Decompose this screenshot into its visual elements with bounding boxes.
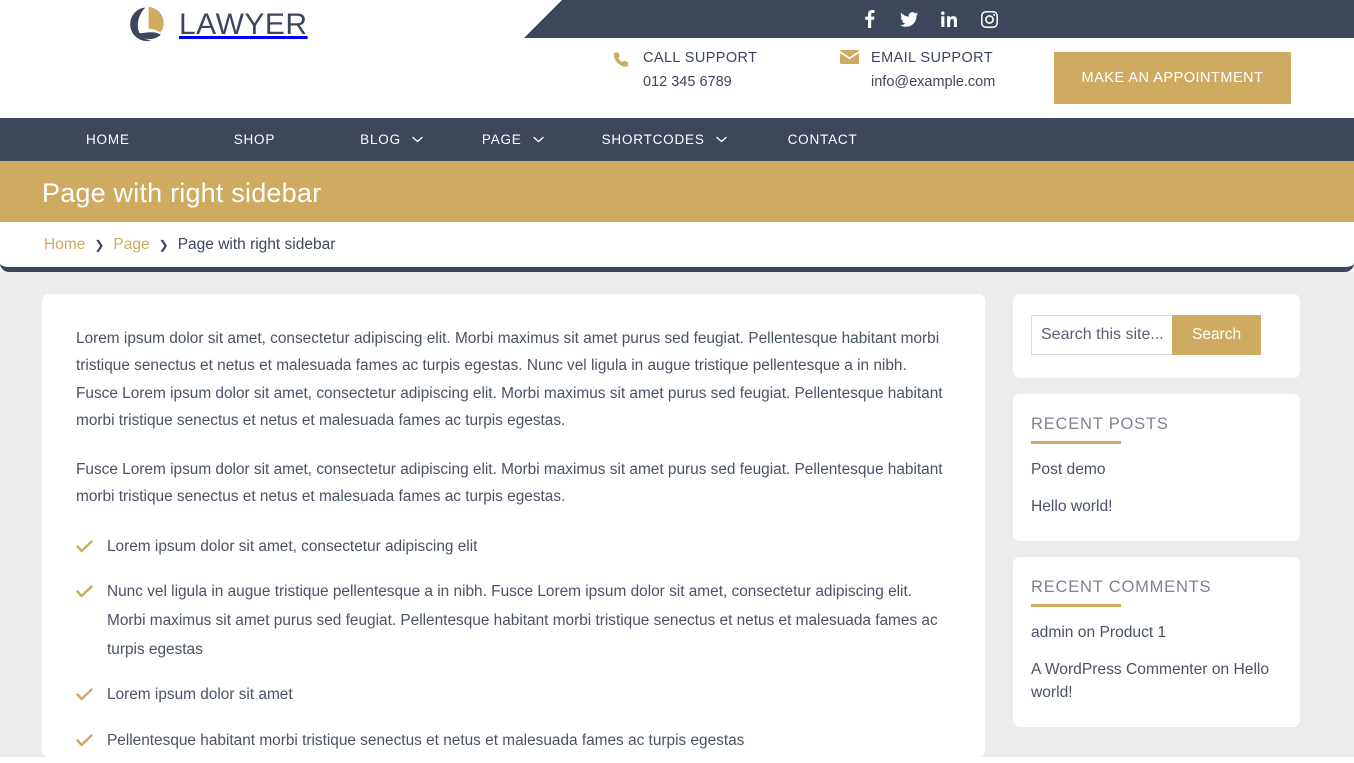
check-icon: [76, 686, 93, 703]
phone-icon: [612, 50, 632, 67]
nav-label: SHORTCODES: [601, 132, 705, 147]
list-item-text: Lorem ipsum dolor sit amet, consectetur …: [107, 537, 478, 555]
chevron-down-icon: [532, 136, 544, 143]
nav-item-home[interactable]: HOME: [86, 132, 130, 147]
recent-comment-link[interactable]: admin on Product 1: [1031, 624, 1166, 641]
sailboat-circle-logo-icon: [126, 4, 168, 46]
sidebar: Search RECENT POSTS Post demo Hello worl…: [1013, 294, 1300, 757]
list-item: Nunc vel ligula in augue tristique pelle…: [76, 578, 951, 664]
contact-call-support: CALL SUPPORT 012 345 6789: [612, 47, 840, 95]
contact-email-support: EMAIL SUPPORT info@example.com: [840, 47, 1068, 95]
recent-comment-link[interactable]: A WordPress Commenter on Hello world!: [1031, 661, 1269, 701]
instagram-icon[interactable]: [980, 10, 998, 28]
content-paragraph: Lorem ipsum dolor sit amet, consectetur …: [76, 330, 943, 429]
nav-label: BLOG: [360, 132, 401, 147]
checkmark-list: Lorem ipsum dolor sit amet, consectetur …: [76, 533, 951, 756]
content-paragraph: Fusce Lorem ipsum dolor sit amet, consec…: [76, 461, 943, 506]
nav-label: HOME: [86, 132, 130, 147]
facebook-icon[interactable]: [860, 10, 878, 28]
breadcrumb: Home ❯ Page ❯ Page with right sidebar: [0, 222, 1354, 272]
page-title: Page with right sidebar: [42, 178, 322, 208]
widget-title: RECENT COMMENTS: [1031, 578, 1282, 607]
list-item-text: Pellentesque habitant morbi tristique se…: [107, 731, 745, 749]
chevron-down-icon: [715, 136, 727, 143]
check-icon: [76, 583, 93, 600]
contact-value[interactable]: 012 345 6789: [643, 74, 732, 90]
list-item: Lorem ipsum dolor sit amet, consectetur …: [76, 533, 951, 562]
list-item: Hello world!: [1031, 495, 1282, 518]
nav-label: SHOP: [233, 132, 276, 147]
recent-posts-list: Post demo Hello world!: [1031, 458, 1282, 518]
site-logo[interactable]: LAWYER: [125, 3, 308, 47]
list-item-text: Nunc vel ligula in augue tristique pelle…: [107, 583, 938, 658]
recent-posts-widget: RECENT POSTS Post demo Hello world!: [1013, 394, 1300, 541]
header-contact-area: CALL SUPPORT 012 345 6789 EMAIL SUPPORT …: [612, 47, 1068, 95]
nav-item-shortcodes[interactable]: SHORTCODES: [602, 132, 727, 147]
nav-item-page[interactable]: PAGE: [482, 132, 544, 147]
list-item: Pellentesque habitant morbi tristique se…: [76, 727, 951, 756]
twitter-icon[interactable]: [900, 10, 918, 28]
search-input[interactable]: [1031, 315, 1172, 355]
nav-label: CONTACT: [787, 132, 858, 147]
search-widget: Search: [1013, 294, 1300, 378]
make-appointment-button[interactable]: MAKE AN APPOINTMENT: [1054, 52, 1291, 104]
contact-label: EMAIL SUPPORT: [871, 50, 994, 66]
nav-item-shop[interactable]: SHOP: [234, 132, 275, 147]
breadcrumb-separator-icon: ❯: [158, 237, 169, 252]
breadcrumb-separator-icon: ❯: [94, 237, 105, 252]
breadcrumb-item-current: Page with right sidebar: [177, 235, 336, 253]
site-header: LAWYER CALL SUPPORT 012 345 6789 EMAIL S…: [0, 0, 1354, 118]
list-item-text: Lorem ipsum dolor sit amet: [107, 686, 293, 704]
contact-label: CALL SUPPORT: [643, 50, 758, 66]
check-icon: [76, 732, 93, 749]
logo-text: LAWYER: [179, 8, 308, 41]
breadcrumb-item-home[interactable]: Home: [44, 236, 85, 254]
recent-comments-list: admin on Product 1 A WordPress Commenter…: [1031, 621, 1282, 704]
social-links: [860, 0, 998, 38]
list-item: A WordPress Commenter on Hello world!: [1031, 658, 1282, 704]
list-item: Post demo: [1031, 458, 1282, 481]
recent-post-link[interactable]: Hello world!: [1031, 498, 1112, 515]
search-form: Search: [1031, 315, 1282, 355]
page-title-banner: Page with right sidebar: [0, 165, 1354, 222]
contact-value[interactable]: info@example.com: [871, 74, 995, 90]
page-body: Lorem ipsum dolor sit amet, consectetur …: [0, 272, 1354, 757]
nav-label: PAGE: [481, 132, 522, 147]
linkedin-icon[interactable]: [940, 10, 958, 28]
main-navigation: HOME SHOP BLOG PAGE SHORTCODES CONTACT: [0, 118, 1354, 165]
chevron-down-icon: [412, 136, 423, 143]
main-content-card: Lorem ipsum dolor sit amet, consectetur …: [42, 294, 985, 757]
list-item: Lorem ipsum dolor sit amet: [76, 681, 951, 710]
breadcrumb-item-page[interactable]: Page: [113, 236, 149, 254]
nav-item-contact[interactable]: CONTACT: [788, 132, 858, 147]
recent-post-link[interactable]: Post demo: [1031, 461, 1106, 478]
list-item: admin on Product 1: [1031, 621, 1282, 644]
nav-item-blog[interactable]: BLOG: [360, 132, 423, 147]
check-icon: [76, 538, 93, 555]
search-button[interactable]: Search: [1172, 315, 1262, 355]
widget-title: RECENT POSTS: [1031, 415, 1282, 444]
recent-comments-widget: RECENT COMMENTS admin on Product 1 A Wor…: [1013, 557, 1300, 727]
envelope-icon: [840, 50, 860, 64]
